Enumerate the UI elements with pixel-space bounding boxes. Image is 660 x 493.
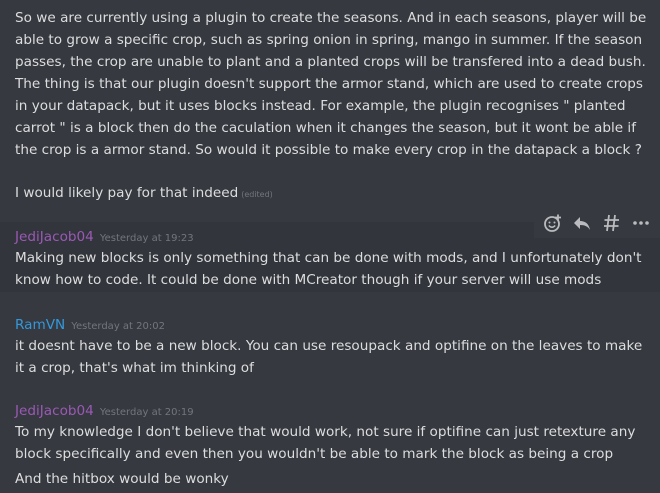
chat-message-list: So we are currently using a plugin to cr…	[0, 0, 660, 493]
message-line: passes, the crop are unable to plant and…	[15, 54, 646, 70]
create-thread-icon[interactable]	[599, 210, 625, 236]
message-line: it a crop, that's what im thinking of	[15, 360, 254, 376]
username[interactable]: RamVN	[15, 317, 65, 333]
timestamp[interactable]: Yesterday at 19:23	[100, 233, 194, 244]
message-group: RamVN Yesterday at 20:02 it doesnt have t…	[0, 313, 660, 379]
message-line: in your datapack, but it uses blocks ins…	[15, 98, 626, 114]
message-header: JediJacob04 Yesterday at 20:19	[15, 399, 646, 421]
message-group: JediJacob04 Yesterday at 20:19 To my know…	[0, 399, 660, 465]
message-content: Making new blocks is only something that…	[15, 247, 646, 291]
message-line: The thing is that our plugin doesn't sup…	[15, 76, 643, 92]
message-content: And the hitbox would be wonky	[15, 468, 646, 490]
add-reaction-icon[interactable]	[540, 210, 566, 236]
message-header: RamVN Yesterday at 20:02	[15, 313, 646, 335]
message-line: the crop is a armor stand. So would it p…	[15, 142, 642, 158]
message-content: it doesnt have to be a new block. You ca…	[15, 335, 646, 379]
message-group: So we are currently using a plugin to cr…	[0, 7, 660, 161]
username[interactable]: JediJacob04	[15, 229, 94, 245]
username[interactable]: JediJacob04	[15, 403, 94, 419]
message-content: To my knowledge I don't believe that wou…	[15, 421, 646, 465]
message-line: able to grow a specific crop, such as sp…	[15, 32, 643, 48]
timestamp[interactable]: Yesterday at 20:19	[100, 407, 194, 418]
message-followup: And the hitbox would be wonky	[0, 468, 660, 490]
message-line: it doesnt have to be a new block. You ca…	[15, 338, 643, 354]
message-content: So we are currently using a plugin to cr…	[15, 7, 646, 161]
message-followup: I would likely pay for that indeed (edite…	[0, 182, 660, 206]
timestamp[interactable]: Yesterday at 20:02	[71, 321, 165, 332]
message-actions-toolbar	[534, 208, 660, 238]
message-line: I would likely pay for that indeed	[15, 185, 239, 201]
more-icon[interactable]	[628, 210, 654, 236]
message-line: To my knowledge I don't believe that wou…	[15, 424, 636, 440]
reply-icon[interactable]	[569, 210, 595, 236]
message-line: carrot " is a block then do the caculati…	[15, 120, 636, 136]
message-line: And the hitbox would be wonky	[15, 471, 229, 487]
message-content: I would likely pay for that indeed (edite…	[15, 182, 646, 206]
message-line: Making new blocks is only something that…	[15, 250, 642, 266]
message-line: know how to code. It could be done with …	[15, 272, 602, 288]
edited-label: (edited)	[241, 190, 273, 199]
message-line: block specifically and even then you wou…	[15, 446, 614, 462]
message-line: So we are currently using a plugin to cr…	[15, 10, 647, 26]
